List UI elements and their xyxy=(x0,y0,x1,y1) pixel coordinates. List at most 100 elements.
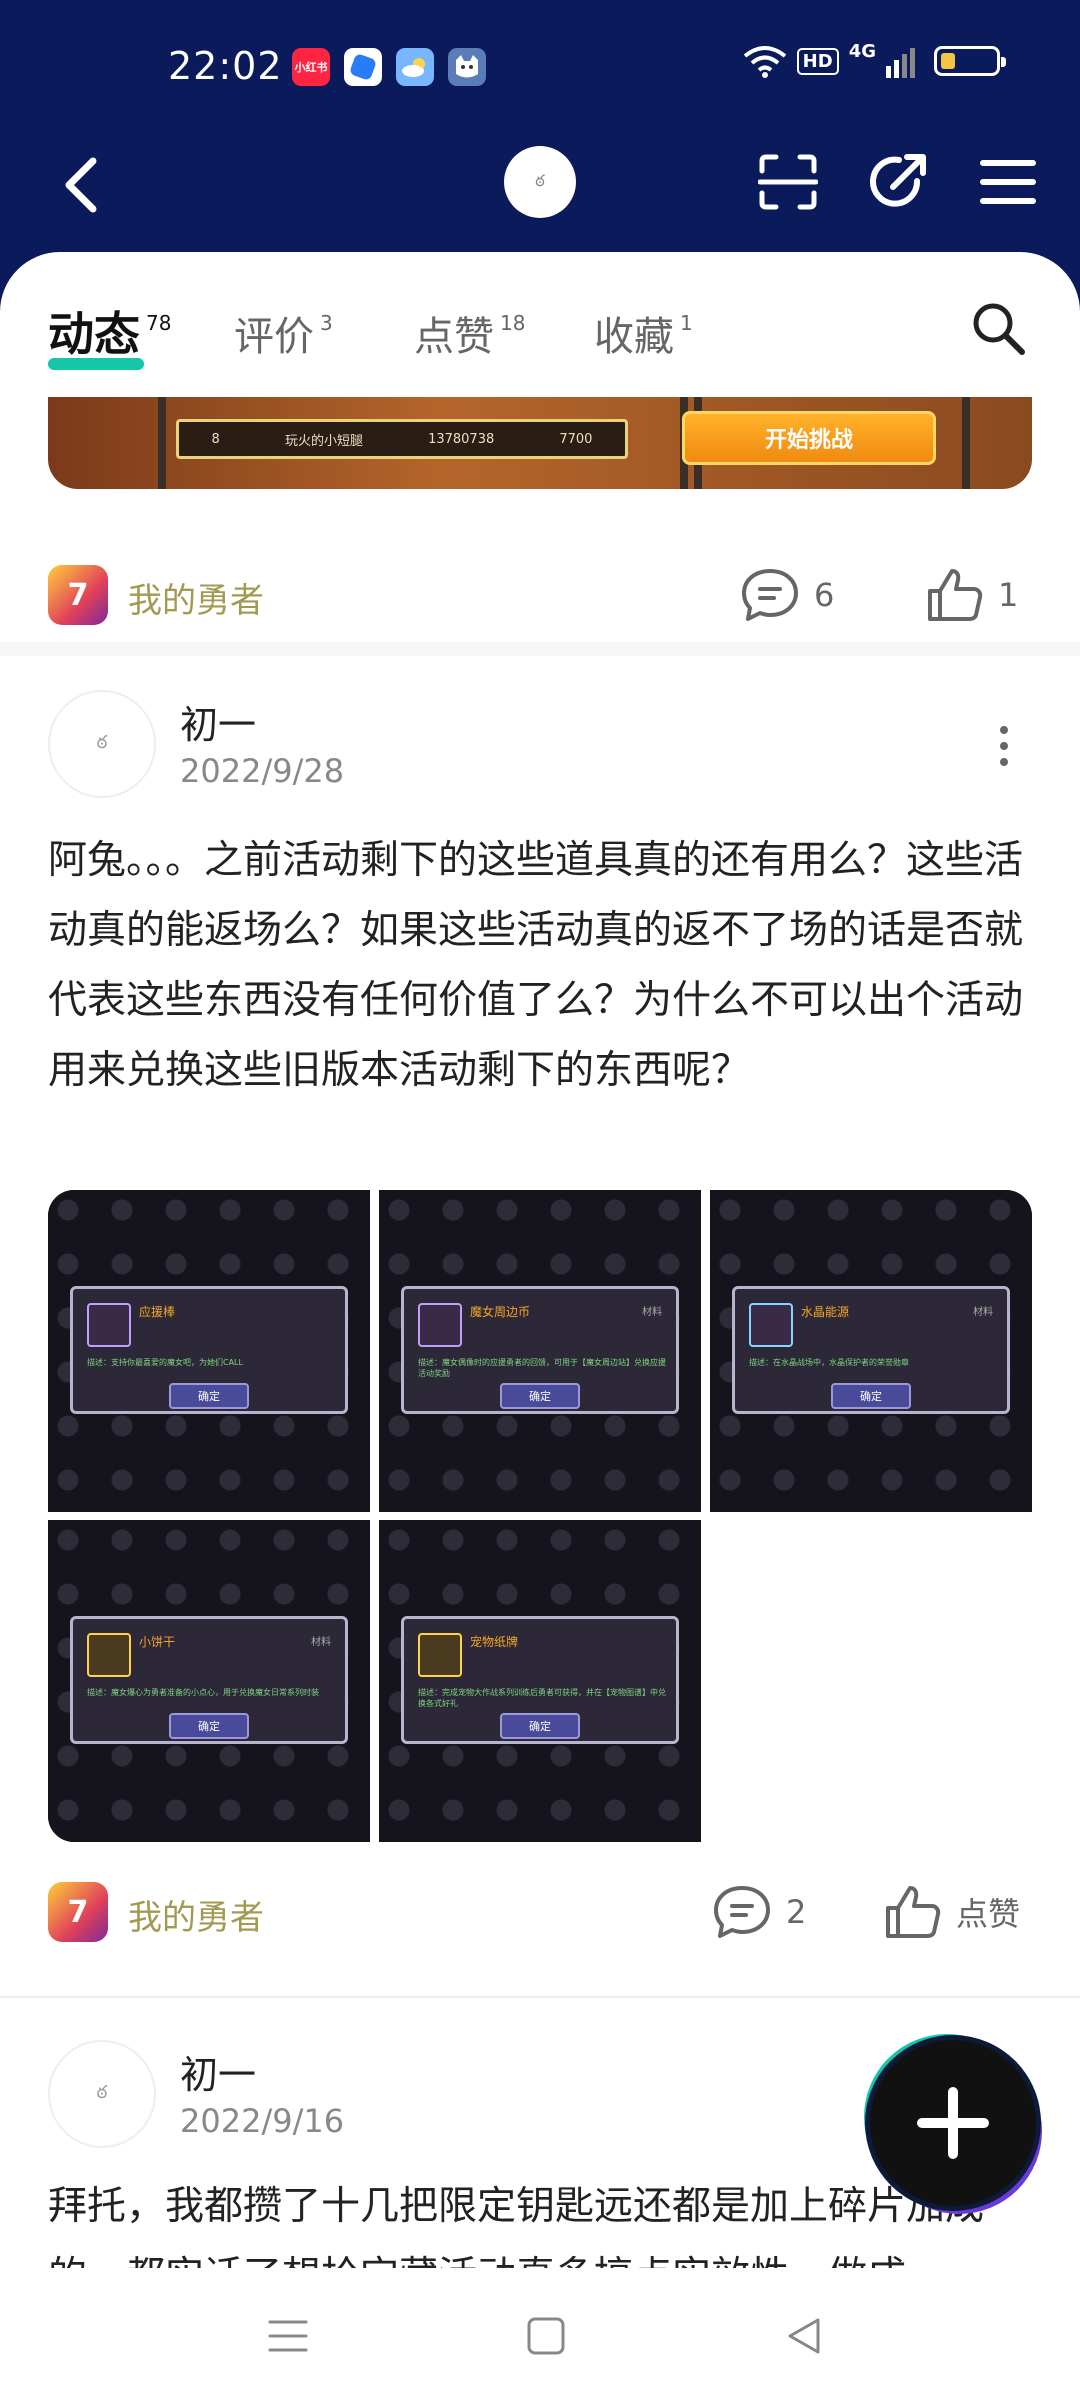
tab-count: 18 xyxy=(500,311,526,335)
system-icons: HD 4G xyxy=(743,41,1006,78)
signal-icon xyxy=(886,48,915,78)
confirm-button: 确定 xyxy=(831,1383,911,1409)
thumbs-up-icon xyxy=(928,569,983,621)
start-challenge-button: 开始挑战 xyxy=(682,411,936,465)
search-icon xyxy=(973,303,1025,355)
thumbs-up-icon xyxy=(886,1886,941,1938)
game-icon[interactable]: 7 xyxy=(48,1882,108,1942)
item-tag: 材料 xyxy=(973,1307,993,1318)
item-title: 宠物纸牌 xyxy=(470,1635,519,1649)
system-back-button[interactable] xyxy=(780,2312,828,2360)
tab-bar: 动态 78 评价 3 点赞 18 收藏 1 xyxy=(0,252,1080,397)
confirm-button: 确定 xyxy=(500,1713,580,1739)
post-image-grid: 应援棒 描述：支持你最喜爱的魔女吧，为她们CALL 确定 魔女周边币 材料 描述… xyxy=(48,1190,1032,1848)
square-icon xyxy=(527,2317,565,2355)
item-icon xyxy=(749,1303,793,1347)
item-dialog: 小饼干 材料 描述：魔女爆心为勇者准备的小点心，用于兑换魔女日常系列时装 确定 xyxy=(70,1616,348,1744)
menu-button[interactable] xyxy=(976,150,1040,214)
tab-count: 78 xyxy=(146,311,172,335)
row-score: 13780738 xyxy=(428,431,495,447)
post-image[interactable]: 魔女周边币 材料 描述：魔女偶像时的应援勇者的回馈，可用于【魔女周边站】兑换应援… xyxy=(379,1190,701,1512)
post-image[interactable]: 应援棒 描述：支持你最喜爱的魔女吧，为她们CALL 确定 xyxy=(48,1190,370,1512)
comment-count: 2 xyxy=(786,1893,807,1931)
post-separator xyxy=(0,642,1080,656)
home-button[interactable] xyxy=(522,2312,570,2360)
item-title: 水晶能源 xyxy=(801,1305,850,1319)
item-icon xyxy=(87,1633,131,1677)
tab-count: 1 xyxy=(680,311,693,335)
profile-avatar[interactable]: ఠ xyxy=(504,146,576,218)
recent-apps-button[interactable] xyxy=(264,2312,312,2360)
leaderboard-row: 8 玩火的小短腿 13780738 7700 xyxy=(176,419,628,459)
battery-icon xyxy=(934,46,1006,76)
status-bar: 22:02 小红书 HD 4G xyxy=(0,0,1080,130)
game-icon[interactable]: 7 xyxy=(48,565,108,625)
post-footer: 7 我的勇者 6 1 xyxy=(0,555,1080,635)
item-icon xyxy=(418,1303,462,1347)
item-desc: 描述：在水晶战场中，水晶保护者的荣誉勋章 xyxy=(749,1358,909,1367)
app-blue-icon xyxy=(344,48,382,86)
share-icon xyxy=(870,154,926,207)
confirm-button: 确定 xyxy=(500,1383,580,1409)
item-desc: 描述：完成宠物大作战系列训练后勇者可获得，并在【宠物图谱】中兑换各式好礼 xyxy=(418,1688,666,1708)
author-name[interactable]: 初一 xyxy=(180,2044,256,2099)
author-avatar[interactable]: ఠ xyxy=(48,2040,156,2148)
row-points: 7700 xyxy=(559,431,593,447)
game-name[interactable]: 我的勇者 xyxy=(128,573,264,622)
item-icon xyxy=(87,1303,131,1347)
avatar-glyph: ఠ xyxy=(535,170,545,190)
hd-badge: HD xyxy=(796,47,839,75)
item-title: 魔女周边币 xyxy=(470,1305,531,1319)
notification-icons: 小红书 xyxy=(292,48,486,86)
post-footer: 7 我的勇者 2 点赞 xyxy=(0,1872,1080,1952)
post-body[interactable]: 阿兔。。。之前活动剩下的这些道具真的还有用么？这些活动真的能返场么？如果这些活动… xyxy=(48,826,1032,1106)
item-desc: 描述：魔女爆心为勇者准备的小点心，用于兑换魔女日常系列时装 xyxy=(87,1688,319,1697)
tab-likes[interactable]: 点赞 18 xyxy=(414,304,525,362)
game-name[interactable]: 我的勇者 xyxy=(128,1890,264,1939)
tab-dynamic[interactable]: 动态 78 xyxy=(48,298,171,364)
plus-icon xyxy=(917,2087,989,2159)
item-desc: 描述：支持你最喜爱的魔女吧，为她们CALL xyxy=(87,1358,243,1367)
item-tag: 材料 xyxy=(642,1307,662,1318)
like-stat[interactable]: 点赞 xyxy=(884,1884,1020,1940)
create-post-button[interactable] xyxy=(870,2040,1036,2206)
back-arrow-icon xyxy=(65,157,97,213)
post-body[interactable]: 拜托，我都攒了十几把限定钥匙远还都是加上碎片加成的，都实话了想拾宝藏活动真多搞点… xyxy=(48,2172,1032,2268)
active-tab-indicator xyxy=(48,358,144,370)
item-dialog: 宠物纸牌 描述：完成宠物大作战系列训练后勇者可获得，并在【宠物图谱】中兑换各式好… xyxy=(401,1616,679,1744)
author-name[interactable]: 初一 xyxy=(180,694,256,749)
item-tag: 材料 xyxy=(311,1637,331,1648)
post-separator xyxy=(0,1996,1080,1998)
tab-label: 动态 xyxy=(48,307,140,361)
tab-label: 收藏 xyxy=(594,314,674,360)
scan-button[interactable] xyxy=(756,150,820,214)
post-image[interactable]: 宠物纸牌 描述：完成宠物大作战系列训练后勇者可获得，并在【宠物图谱】中兑换各式好… xyxy=(379,1520,701,1842)
item-title: 小饼干 xyxy=(139,1635,176,1649)
item-icon xyxy=(418,1633,462,1677)
author-avatar[interactable]: ఠ xyxy=(48,690,156,798)
row-name: 玩火的小短腿 xyxy=(284,433,363,449)
like-stat[interactable]: 1 xyxy=(926,567,1018,623)
comment-stat[interactable]: 6 xyxy=(740,567,834,623)
comment-stat[interactable]: 2 xyxy=(712,1884,806,1940)
system-nav-bar xyxy=(0,2268,1080,2400)
tab-reviews[interactable]: 评价 3 xyxy=(234,304,333,362)
comment-icon xyxy=(742,569,798,621)
wifi-icon xyxy=(743,46,786,78)
like-label: 点赞 xyxy=(956,1895,1021,1933)
comment-icon xyxy=(714,1886,770,1938)
xiaohongshu-icon: 小红书 xyxy=(292,48,330,86)
menu-lines-icon xyxy=(268,2320,308,2352)
share-button[interactable] xyxy=(866,150,930,214)
previous-post-image[interactable]: 8 玩火的小短腿 13780738 7700 开始挑战 xyxy=(48,397,1032,489)
search-button[interactable] xyxy=(970,300,1030,360)
confirm-button: 确定 xyxy=(169,1713,249,1739)
post-image[interactable]: 水晶能源 材料 描述：在水晶战场中，水晶保护者的荣誉勋章 确定 xyxy=(710,1190,1032,1512)
post-image[interactable]: 小饼干 材料 描述：魔女爆心为勇者准备的小点心，用于兑换魔女日常系列时装 确定 xyxy=(48,1520,370,1842)
tab-label: 评价 xyxy=(234,314,314,360)
back-button[interactable] xyxy=(50,152,110,218)
item-desc: 描述：魔女偶像时的应援勇者的回馈，可用于【魔女周边站】兑换应援活动奖励 xyxy=(418,1358,666,1378)
tab-count: 3 xyxy=(320,311,333,335)
more-options-button[interactable] xyxy=(994,726,1014,766)
tab-favorites[interactable]: 收藏 1 xyxy=(594,304,693,362)
